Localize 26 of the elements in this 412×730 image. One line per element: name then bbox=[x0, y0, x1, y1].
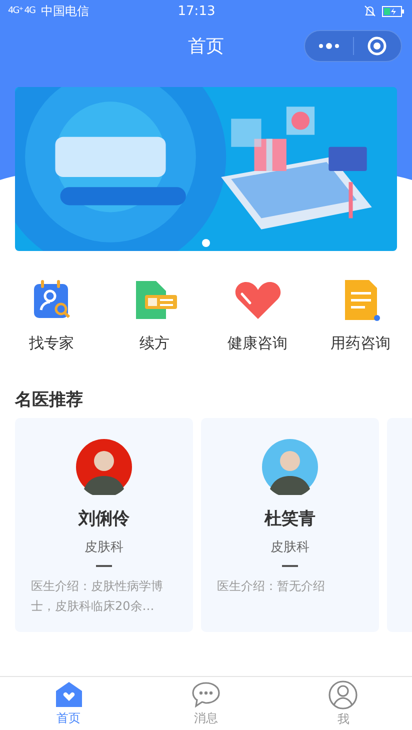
chat-bubble-icon bbox=[190, 680, 221, 708]
avatar-icon bbox=[262, 439, 318, 495]
page-title: 首页 bbox=[188, 35, 224, 58]
battery-icon bbox=[382, 6, 404, 16]
department-text: 皮肤科 bbox=[270, 539, 310, 556]
doctor-intro: 医生介绍：暂无介绍 bbox=[216, 578, 326, 595]
shortcut-label[interactable]: 用药咨询 bbox=[330, 334, 390, 353]
department-text: 皮肤科 bbox=[84, 539, 124, 556]
bell-mute-icon bbox=[364, 5, 376, 17]
avatar-icon bbox=[76, 439, 132, 495]
shortcut-label[interactable]: 健康咨询 bbox=[228, 334, 288, 353]
carrier-text: 中国电信 bbox=[41, 2, 90, 20]
doctor-name: 杜笑青 bbox=[264, 508, 316, 530]
user-icon bbox=[328, 680, 358, 710]
more-icon[interactable] bbox=[318, 43, 340, 49]
close-icon[interactable] bbox=[367, 36, 388, 56]
time-text: 17:13 bbox=[178, 4, 216, 18]
section-title: 名医推荐 bbox=[15, 390, 83, 410]
doctor-card[interactable]: 杜笑青 皮肤科 医生介绍：暂无介绍 bbox=[201, 418, 379, 632]
signal-text: 4G⁺ 4G bbox=[8, 6, 36, 16]
shortcut-label[interactable]: 续方 bbox=[140, 334, 170, 353]
home-icon bbox=[54, 680, 84, 708]
doctor-card[interactable]: 刘俐伶 皮肤科 医生介绍：皮肤性病学博士，皮肤科临床20余… bbox=[15, 418, 193, 632]
doctor-intro: 医生介绍：皮肤性病学博士，皮肤科临床20余… bbox=[30, 578, 164, 615]
shortcut-label[interactable]: 找专家 bbox=[29, 334, 74, 353]
doctor-name: 刘俐伶 bbox=[78, 508, 130, 530]
